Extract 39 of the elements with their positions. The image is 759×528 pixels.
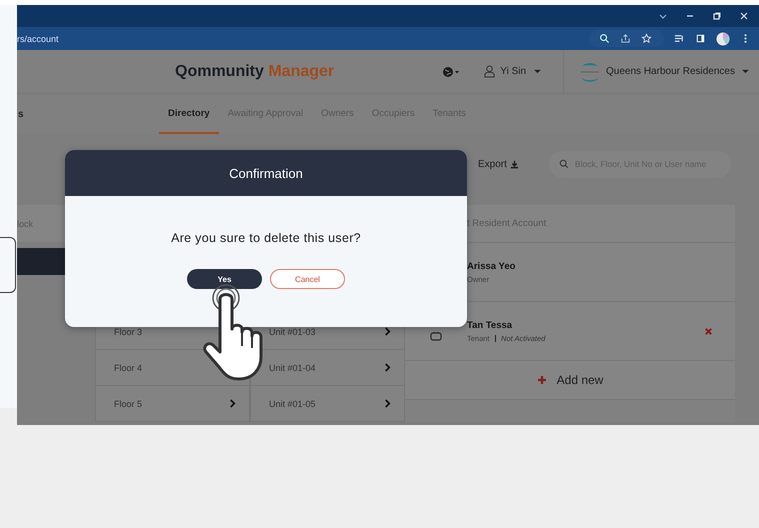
side-panel-icon[interactable] [695,33,706,44]
section-title: s [17,108,25,120]
dialog-title: Confirmation [229,166,303,180]
chevron-right-icon [384,363,391,372]
plus-icon [536,375,547,385]
chevron-right-icon [384,399,391,408]
floor-row[interactable]: Floor 5 [95,386,250,422]
unit-row[interactable]: Unit #01-05 [250,386,405,422]
url-text[interactable]: rs/account [17,34,579,44]
star-icon[interactable] [641,33,652,44]
zoom-icon[interactable] [599,33,610,44]
cancel-button[interactable]: Cancel [270,269,345,289]
globe-icon[interactable] [442,66,460,78]
media-icon[interactable] [674,33,685,44]
avatar-icon[interactable] [716,32,730,46]
dialog-message: Are you sure to delete this user? [171,231,361,245]
resident-name: Arissa Yeo [467,260,516,272]
restore-icon[interactable] [712,11,722,21]
outlined-box [0,237,16,293]
delete-icon[interactable] [704,326,713,336]
caret-icon [742,69,749,74]
property-selector[interactable]: Queens Harbour Residences [563,50,759,93]
user-menu[interactable]: Yi Sin [484,65,564,78]
app-logo: Qommunity Manager [175,62,334,80]
separator-bar [494,334,496,342]
unit-row[interactable]: Unit #01-04 [250,350,405,386]
user-icon [484,65,496,78]
chevron-right-icon [384,327,391,336]
resident-name: Tan Tessa [467,320,514,330]
close-icon[interactable] [739,11,749,21]
search-icon [558,158,569,168]
yes-button[interactable]: Yes [187,269,262,289]
tablet-icon [430,331,442,341]
export-button[interactable]: Export [478,158,519,170]
download-icon [510,160,519,168]
caret-icon [534,69,542,74]
tab[interactable]: Directory [159,94,219,134]
share-icon[interactable] [620,33,631,44]
address-bar[interactable]: rs/account [17,27,759,50]
